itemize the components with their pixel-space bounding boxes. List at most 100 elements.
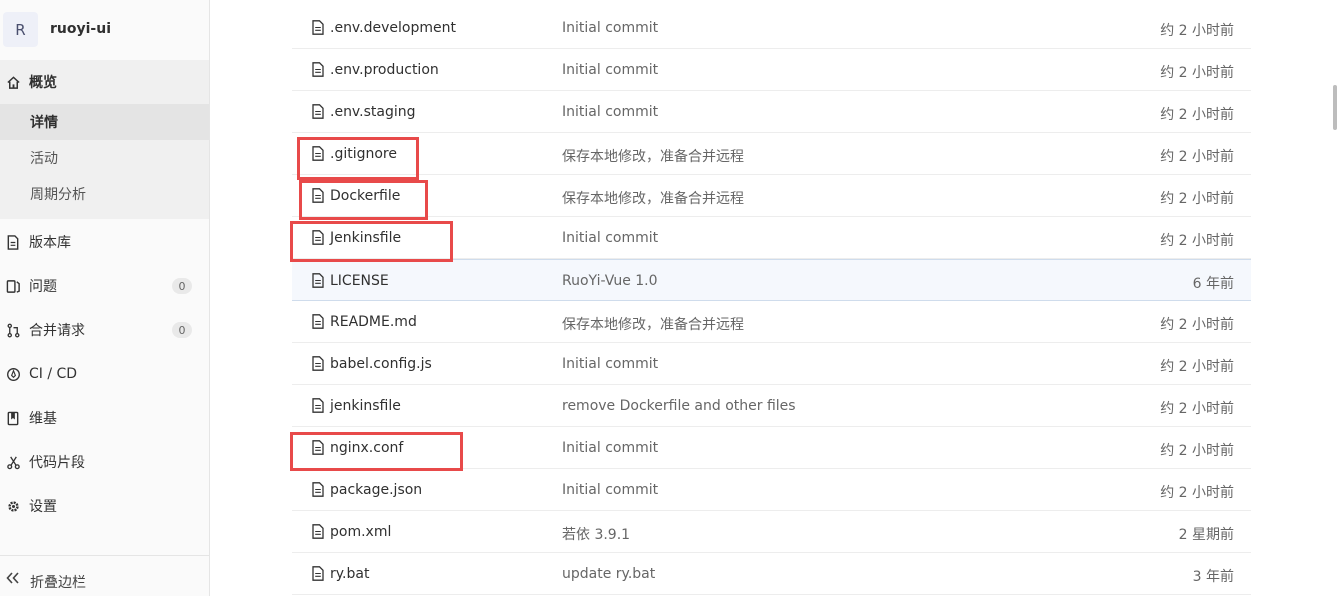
collapse-sidebar-button[interactable]: 折叠边栏 (0, 555, 209, 596)
file-row[interactable]: pom.xml 若依 3.9.1 2 星期前 (292, 511, 1251, 553)
file-icon (312, 482, 324, 497)
commit-message-link[interactable]: Initial commit (562, 62, 658, 78)
commit-message-link[interactable]: Initial commit (562, 230, 658, 246)
commit-message-link[interactable]: Initial commit (562, 440, 658, 456)
nav-repository-label: 版本库 (29, 235, 71, 251)
commit-message-link[interactable]: 保存本地修改，准备合并远程 (562, 188, 744, 208)
file-row[interactable]: .gitignore 保存本地修改，准备合并远程约 2 小时前 (292, 133, 1251, 175)
commit-message-link[interactable]: Initial commit (562, 104, 658, 120)
annotation-box-nginx (290, 432, 463, 471)
project-avatar[interactable]: R (3, 12, 38, 47)
file-name-link[interactable]: jenkinsfile (330, 398, 401, 414)
commit-message-link[interactable]: 保存本地修改，准备合并远程 (562, 146, 744, 166)
file-list: .env.development Initial commit 约 2 小时前 .en… (292, 7, 1251, 595)
file-name-link[interactable]: LICENSE (330, 273, 389, 289)
commit-time: 6 年前 (1192, 276, 1234, 292)
file-icon (312, 62, 324, 77)
file-name-link[interactable]: .env.production (330, 62, 439, 78)
file-icon (312, 314, 324, 329)
book-icon (5, 410, 21, 426)
annotation-box-gitignore (297, 137, 419, 180)
merge-count-badge: 0 (172, 322, 192, 338)
nav-snippets-label: 代码片段 (29, 455, 85, 471)
commit-time: 约 2 小时前 (1160, 23, 1234, 39)
file-row[interactable]: jenkinsfile remove Dockerfile and other f… (292, 385, 1251, 427)
commit-time: 约 2 小时前 (1160, 107, 1234, 123)
file-icon (312, 104, 324, 119)
file-name-link[interactable]: ry.bat (330, 566, 369, 582)
nav-wiki[interactable]: 维基 (0, 396, 209, 440)
scrollbar-thumb[interactable] (1333, 85, 1337, 130)
file-row[interactable]: README.md 保存本地修改，准备合并远程 约 2 小时前 (292, 301, 1251, 343)
nav-merge-requests[interactable]: 合并请求 0 (0, 308, 209, 352)
file-icon (312, 356, 324, 371)
document-icon (5, 234, 21, 250)
file-row[interactable]: .env.staging Initial commit 约 2 小时前 (292, 91, 1251, 133)
nav-overview[interactable]: 概览 (0, 60, 209, 104)
project-header[interactable]: R ruoyi-ui (0, 0, 209, 60)
commit-time: 约 2 小时前 (1160, 191, 1234, 207)
commit-time: 约 2 小时前 (1160, 233, 1234, 249)
annotation-box-dockerfile (299, 180, 428, 220)
nav-snippets[interactable]: 代码片段 (0, 440, 209, 484)
commit-time: 2 星期前 (1178, 527, 1234, 543)
file-row[interactable]: babel.config.js Initial commit 约 2 小时前 (292, 343, 1251, 385)
file-name-link[interactable]: pom.xml (330, 524, 391, 540)
commit-message-link[interactable]: update ry.bat (562, 566, 655, 582)
commit-time: 约 2 小时前 (1160, 401, 1234, 417)
nav-cicd[interactable]: CI / CD (0, 352, 209, 396)
commit-message-link[interactable]: RuoYi-Vue 1.0 (562, 273, 658, 289)
commit-message-link[interactable]: Initial commit (562, 356, 658, 372)
nav-activity-label: 活动 (30, 151, 58, 167)
file-row[interactable]: .env.development Initial commit 约 2 小时前 (292, 7, 1251, 49)
file-icon (312, 398, 324, 413)
nav-settings[interactable]: 设置 (0, 484, 209, 528)
issues-icon (5, 278, 21, 294)
nav-repository[interactable]: 版本库 (0, 220, 209, 264)
commit-message-link[interactable]: Initial commit (562, 482, 658, 498)
commit-time: 约 2 小时前 (1160, 443, 1234, 459)
commit-message-link[interactable]: 保存本地修改，准备合并远程 (562, 314, 744, 334)
file-row[interactable]: package.json Initial commit 约 2 小时前 (292, 469, 1251, 511)
project-name[interactable]: ruoyi-ui (50, 21, 111, 37)
file-name-link[interactable]: .env.development (330, 20, 456, 36)
file-icon (312, 20, 324, 35)
double-chevron-left-icon (6, 572, 20, 588)
file-name-link[interactable]: README.md (330, 314, 417, 330)
file-icon (312, 566, 324, 581)
nav-issues[interactable]: 问题 0 (0, 264, 209, 308)
file-icon (312, 273, 324, 288)
commit-time: 约 2 小时前 (1160, 65, 1234, 81)
nav-details[interactable]: 详情 (0, 104, 209, 140)
file-icon (312, 524, 324, 539)
commit-message-link[interactable]: remove Dockerfile and other files (562, 398, 796, 414)
nav-cicd-label: CI / CD (29, 366, 78, 382)
commit-message-link[interactable]: 若依 3.9.1 (562, 524, 630, 544)
nav-cycle-label: 周期分析 (30, 187, 86, 203)
merge-request-icon (5, 322, 21, 338)
commit-message-link[interactable]: Initial commit (562, 20, 658, 36)
nav-issues-label: 问题 (29, 279, 57, 295)
nav-overview-label: 概览 (29, 75, 57, 91)
commit-time: 约 2 小时前 (1160, 485, 1234, 501)
file-row[interactable]: Dockerfile 保存本地修改，准备合并远程约 2 小时前 (292, 175, 1251, 217)
nav-activity[interactable]: 活动 (0, 140, 209, 176)
nav-details-label: 详情 (30, 115, 58, 131)
file-name-link[interactable]: .env.staging (330, 104, 415, 120)
file-row[interactable]: .env.production Initial commit 约 2 小时前 (292, 49, 1251, 91)
nav-settings-label: 设置 (29, 499, 57, 515)
home-icon (5, 74, 21, 90)
nav-wiki-label: 维基 (29, 411, 57, 427)
annotation-box-jenkinsfile (290, 221, 453, 262)
sidebar: R ruoyi-ui 概览 详情 活动 周期分析 版本库 问题 0 合并请求 0… (0, 0, 210, 596)
gear-icon (5, 498, 21, 514)
nav-merge-label: 合并请求 (29, 323, 85, 339)
commit-time: 约 2 小时前 (1160, 149, 1234, 165)
issues-count-badge: 0 (172, 278, 192, 294)
file-name-link[interactable]: package.json (330, 482, 422, 498)
nav-cycle-analytics[interactable]: 周期分析 (0, 176, 209, 212)
file-name-link[interactable]: babel.config.js (330, 356, 432, 372)
rocket-icon (5, 366, 21, 382)
file-row[interactable]: ry.bat update ry.bat 3 年前 (292, 553, 1251, 595)
file-row[interactable]: LICENSE RuoYi-Vue 1.0 6 年前 (292, 259, 1251, 301)
